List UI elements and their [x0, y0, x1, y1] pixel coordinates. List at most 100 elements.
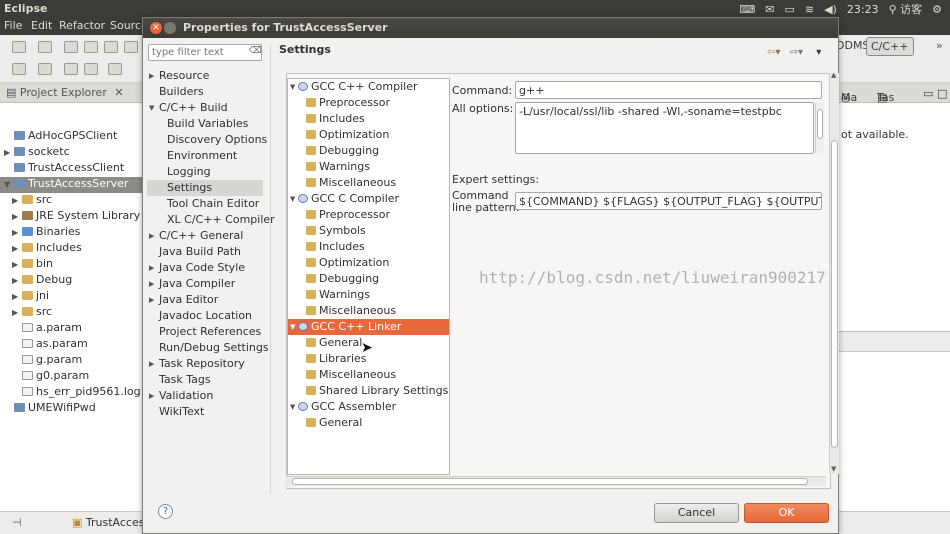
nav-project-references[interactable]: Project References — [159, 324, 261, 340]
tree-item-adhocgpsclient[interactable]: AdHocGPSClient — [14, 129, 117, 145]
nav-tool-chain-editor[interactable]: Tool Chain Editor — [167, 196, 259, 212]
tree-item-bin[interactable]: ▶ bin — [12, 257, 53, 273]
expand-arrow-icon[interactable]: ▶ — [12, 244, 22, 253]
nav-java-editor[interactable]: ▶ Java Editor — [149, 292, 218, 308]
tool-gcc-cpp-linker[interactable]: ▼ GCC C++ Linker — [288, 319, 449, 335]
tree-item-jre-library[interactable]: ▶ JRE System Library [Ja — [12, 209, 158, 225]
menu-file[interactable]: File — [4, 19, 22, 32]
nav-validation[interactable]: ▶ Validation — [149, 388, 213, 404]
option-preprocessor[interactable]: Preprocessor — [306, 207, 390, 223]
perspective-ddms[interactable]: DDMS — [836, 39, 869, 52]
mail-icon[interactable]: ✉ — [765, 3, 774, 16]
option-debugging[interactable]: Debugging — [306, 271, 379, 287]
nav-cc-general[interactable]: ▶ C/C++ General — [149, 228, 243, 244]
view-menu-icon[interactable]: ▾ — [816, 47, 821, 58]
expand-arrow-icon[interactable]: ▶ — [149, 228, 154, 244]
expand-arrow-icon[interactable]: ▶ — [12, 212, 22, 221]
battery-icon[interactable]: ▭ — [784, 3, 794, 16]
cancel-button[interactable]: Cancel — [654, 503, 739, 523]
build-icon[interactable] — [104, 41, 118, 53]
expand-arrow-icon[interactable]: ▶ — [12, 292, 22, 301]
option-debugging[interactable]: Debugging — [306, 143, 379, 159]
nav-resource[interactable]: ▶ Resource — [149, 68, 209, 84]
close-icon[interactable]: ✕ — [114, 86, 123, 99]
run-icon[interactable] — [124, 41, 138, 53]
tree-item-as-param[interactable]: as.param — [22, 337, 88, 353]
tree-item-src[interactable]: ▶ src — [12, 193, 52, 209]
option-general[interactable]: General — [306, 335, 362, 351]
tree-item-trustaccessclient[interactable]: TrustAccessClient — [14, 161, 124, 177]
collapse-arrow-icon[interactable]: ▼ — [149, 100, 154, 116]
collapse-arrow-icon[interactable]: ▼ — [290, 79, 295, 95]
scrollbar-thumb[interactable] — [817, 109, 823, 139]
expand-arrow-icon[interactable]: ▶ — [149, 292, 154, 308]
option-miscellaneous[interactable]: Miscellaneous — [306, 303, 396, 319]
tree-item-includes[interactable]: ▶ Includes — [12, 241, 82, 257]
nav-settings[interactable]: Settings — [147, 180, 263, 196]
tree-item-g0-param[interactable]: g0.param — [22, 369, 89, 385]
clear-filter-icon[interactable]: ⌫ — [249, 46, 262, 57]
option-miscellaneous[interactable]: Miscellaneous — [306, 175, 396, 191]
expand-arrow-icon[interactable]: ▶ — [4, 148, 14, 157]
nav-environment[interactable]: Environment — [167, 148, 237, 164]
tree-item-trustaccessserver[interactable]: ▼ TrustAccessServer — [0, 177, 143, 193]
tree-item-jni[interactable]: ▶ jni — [12, 289, 49, 305]
menu-refactor[interactable]: Refactor — [59, 19, 105, 32]
nav-task-tags[interactable]: Task Tags — [159, 372, 211, 388]
forward-icon[interactable] — [108, 63, 122, 75]
tool-gcc-cpp-compiler[interactable]: ▼ GCC C++ Compiler — [290, 79, 418, 95]
next-annotation-icon[interactable] — [12, 63, 26, 75]
expand-arrow-icon[interactable]: ▶ — [149, 68, 154, 84]
expand-arrow-icon[interactable]: ▶ — [149, 356, 154, 372]
pane-sash[interactable] — [270, 44, 271, 494]
nav-discovery-options[interactable]: Discovery Options — [167, 132, 267, 148]
option-shared-library-settings[interactable]: Shared Library Settings — [306, 383, 448, 399]
expand-arrow-icon[interactable]: ▶ — [149, 388, 154, 404]
last-edit-icon[interactable] — [64, 63, 78, 75]
expand-arrow-icon[interactable]: ▶ — [12, 260, 22, 269]
expand-arrow-icon[interactable]: ▶ — [149, 260, 154, 276]
filter-input[interactable] — [148, 44, 262, 61]
collapse-arrow-icon[interactable]: ▼ — [4, 180, 14, 189]
option-miscellaneous[interactable]: Miscellaneous — [306, 367, 396, 383]
scrollbar-thumb[interactable] — [831, 140, 838, 448]
nav-build-variables[interactable]: Build Variables — [167, 116, 248, 132]
maximize-icon[interactable]: □ — [937, 87, 947, 100]
nav-wikitext[interactable]: WikiText — [159, 404, 204, 420]
all-options-field[interactable]: -L/usr/local/ssl/lib -shared -Wl,-soname… — [515, 102, 814, 154]
tree-item-hs-err-log[interactable]: hs_err_pid9561.log — [22, 385, 141, 401]
tree-item-socketc[interactable]: ▶ socketc — [4, 145, 70, 161]
tool-gcc-c-compiler[interactable]: ▼ GCC C Compiler — [290, 191, 399, 207]
minimize-icon[interactable]: ▭ — [923, 87, 933, 100]
new-icon[interactable] — [12, 41, 26, 53]
all-options-scrollbar[interactable] — [815, 103, 824, 153]
scroll-down-icon[interactable]: ▼ — [831, 465, 836, 473]
expand-arrow-icon[interactable]: ▶ — [12, 308, 22, 317]
back-icon[interactable] — [84, 63, 98, 75]
nav-cc-build[interactable]: ▼ C/C++ Build — [149, 100, 228, 116]
collapse-arrow-icon[interactable]: ▼ — [290, 319, 295, 335]
option-warnings[interactable]: Warnings — [306, 159, 370, 175]
toolbar-overflow-icon[interactable]: » — [936, 39, 943, 52]
wifi-icon[interactable]: ≋ — [805, 3, 814, 16]
keyboard-icon[interactable]: ⌨ — [739, 3, 755, 16]
save-all-icon[interactable] — [64, 41, 78, 53]
option-includes[interactable]: Includes — [306, 239, 365, 255]
save-icon[interactable] — [38, 41, 52, 53]
nav-java-build-path[interactable]: Java Build Path — [159, 244, 241, 260]
option-preprocessor[interactable]: Preprocessor — [306, 95, 390, 111]
prev-annotation-icon[interactable] — [38, 63, 52, 75]
expand-arrow-icon[interactable]: ▶ — [12, 196, 22, 205]
scrollbar-thumb[interactable] — [292, 478, 808, 485]
tree-item-debug[interactable]: ▶ Debug — [12, 273, 72, 289]
tree-item-umewifipwd[interactable]: UMEWifiPwd — [14, 401, 96, 417]
horizontal-scrollbar[interactable] — [286, 476, 826, 486]
vertical-scrollbar[interactable]: ▲ ▼ — [829, 71, 839, 474]
nav-task-repository[interactable]: ▶ Task Repository — [149, 356, 245, 372]
nav-logging[interactable]: Logging — [167, 164, 211, 180]
volume-icon[interactable]: ◀) — [824, 3, 837, 16]
option-libraries[interactable]: Libraries — [306, 351, 367, 367]
nav-java-code-style[interactable]: ▶ Java Code Style — [149, 260, 245, 276]
close-icon[interactable]: ✕ — [150, 22, 162, 34]
command-field[interactable]: g++ — [515, 81, 822, 99]
